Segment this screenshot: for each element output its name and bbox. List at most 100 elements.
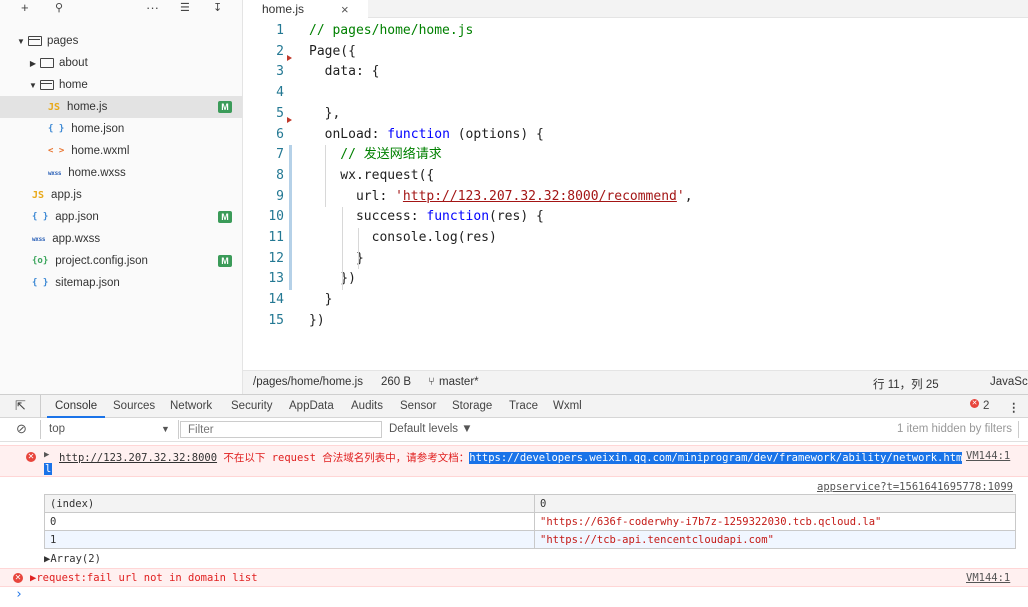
log-levels-select[interactable]: Default levels ▼ [389,423,473,435]
source-link[interactable]: VM144:1 [966,572,1010,584]
tree-item-label: home.wxss [68,167,126,179]
tree-item-label: app.js [51,189,82,201]
code-text: }, [309,105,341,121]
divider [178,420,179,439]
docs-link[interactable]: https://developers.weixin.qq.com/minipro… [469,452,963,464]
more-vert-icon[interactable]: ⋮ [1008,400,1020,414]
language-mode[interactable]: JavaScript [990,376,1028,388]
tree-item[interactable]: ▶ about [0,52,242,74]
file-size: 260 B [381,376,412,388]
search-icon[interactable]: ⚲ [55,0,63,16]
console-prompt[interactable]: › [15,587,23,602]
tree-item[interactable]: JS app.js [0,184,242,206]
line-number: 4 [276,85,284,101]
folder-icon [40,58,54,68]
divider [1018,421,1019,438]
branch-name[interactable]: master* [439,376,479,388]
add-file-icon[interactable]: + [21,0,29,16]
wxss-file-icon: wxss [32,235,46,243]
tree-item[interactable]: { } app.json M [0,206,242,228]
error-icon: ✕ [13,573,23,583]
tree-item-label: home.json [71,123,125,135]
split-view-icon[interactable]: ↧ [213,0,222,16]
tab-trace[interactable]: Trace [509,400,538,412]
array-expander[interactable]: ▶Array(2) [44,553,101,565]
expand-arrow-icon[interactable]: ▶ [44,450,49,460]
fold-arrow-icon[interactable] [287,54,292,61]
code-editor[interactable]: 1 // pages/home/home.js 2 Page({3 data: {4 5… [243,18,1028,370]
folder-open-icon [28,36,42,46]
table-header[interactable]: 0 [534,494,1016,513]
table-source-link[interactable]: appservice?t=1561641695778:1099 [817,481,1013,493]
tab-wxml[interactable]: Wxml [553,400,582,412]
cursor-position[interactable]: 行 11，列 25 [873,376,939,392]
line-number: 2 [276,43,284,59]
console-output: ✕ ▶ http://123.207.32.32:8000 不在以下 reque… [0,442,1028,607]
chevron-right-icon[interactable]: ▶ [28,59,38,68]
error-count[interactable]: 2 [983,400,989,412]
tree-item[interactable]: ▼ pages [0,30,242,52]
line-number: 3 [276,64,284,80]
tab-home-js[interactable]: home.js × [243,0,368,18]
tree-item-label: sitemap.json [55,277,120,289]
tree-item-label: about [59,57,88,69]
tree-item[interactable]: wxss app.wxss [0,228,242,250]
clear-console-icon[interactable]: ⊘ [16,421,27,437]
error-url-link[interactable]: http://123.207.32.32:8000 [59,452,217,464]
js-file-icon: JS [32,189,45,201]
table-header-row: (index) 0 [44,494,1016,513]
code-text: success: function(res) { [309,209,544,225]
indent-guide [325,145,326,208]
more-icon[interactable]: ··· [146,0,159,16]
source-link[interactable]: VM144:1 [966,450,1010,462]
folder-open-icon [40,80,54,90]
chevron-down-icon[interactable]: ▼ [16,37,26,46]
table-cell: 0 [44,512,535,531]
branch-icon: ⑂ [428,376,435,388]
code-text: } [309,250,364,266]
tree-item[interactable]: JS home.js M [0,96,242,118]
tab-sensor[interactable]: Sensor [400,400,436,412]
tab-appdata[interactable]: AppData [289,400,334,412]
tree-item[interactable]: {o} project.config.json M [0,250,242,272]
line-number: 1 [276,23,284,38]
line-number: 15 [268,312,284,328]
tab-storage[interactable]: Storage [452,400,492,412]
chevron-down-icon[interactable]: ▼ [161,424,170,434]
table-header[interactable]: (index) [44,494,535,513]
filter-input[interactable] [180,421,382,438]
fold-arrow-icon[interactable] [287,116,292,123]
devtools-tabbar: ⇱ Console Sources Network Security AppDa… [0,394,1028,418]
chevron-down-icon[interactable]: ▼ [28,81,38,90]
close-icon[interactable]: × [341,2,349,17]
tree-item[interactable]: wxss home.wxss [0,162,242,184]
tree-item-label: pages [47,35,79,47]
tree-item[interactable]: < > home.wxml [0,140,242,162]
status-bar: /pages/home/home.js 260 B ⑂ master* 行 11… [243,370,1028,394]
indent-guide [342,207,343,291]
tree-item-label: home [59,79,88,91]
tab-security[interactable]: Security [231,400,273,412]
json-file-icon: { } [32,278,49,288]
tab-console[interactable]: Console [55,400,97,412]
indent-guide [358,228,359,270]
tab-label: home.js [262,2,305,16]
context-select[interactable]: top [49,423,65,435]
js-file-icon: JS [48,101,61,113]
tree-item[interactable]: ▼ home [0,74,242,96]
tree-item[interactable]: { } sitemap.json [0,272,242,294]
error-text[interactable]: ▶request:fail url not in domain list [30,572,258,584]
console-error-message: ✕ ▶request:fail url not in domain list V… [0,568,1028,587]
tab-sources[interactable]: Sources [113,400,155,412]
tab-network[interactable]: Network [170,400,212,412]
table-row: 1 "https://tcb-api.tencentcloudapi.com" [44,530,1016,549]
tree-item[interactable]: { } home.json [0,118,242,140]
inspect-icon[interactable]: ⇱ [15,398,26,414]
code-text: } [309,292,333,308]
tab-audits[interactable]: Audits [351,400,383,412]
line-number: 5 [276,105,284,121]
line-number: 9 [276,188,284,204]
divider [40,395,41,418]
collapse-icon[interactable]: ☰ [180,0,190,16]
tree-item-label: app.json [55,211,99,223]
